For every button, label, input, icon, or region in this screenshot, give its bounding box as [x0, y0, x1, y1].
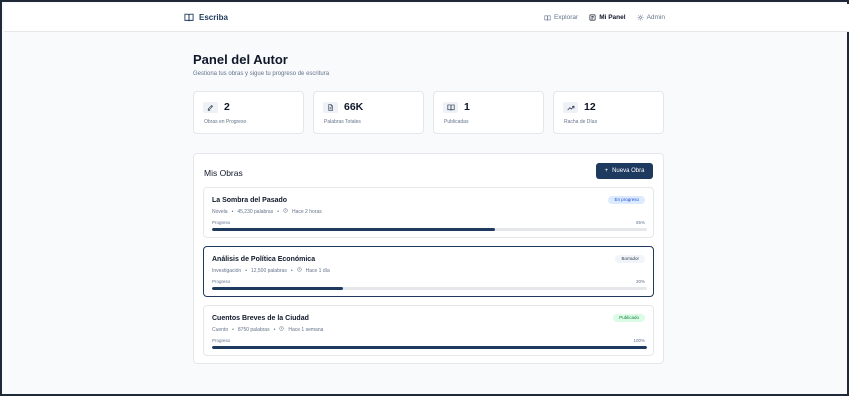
- browser-frame: Escriba Explorar Mi Panel Admin Panel de…: [0, 0, 849, 396]
- meta-separator: •: [273, 326, 276, 333]
- work-title: La Sombra del Pasado: [212, 197, 288, 204]
- dashboard-icon: [589, 14, 596, 21]
- stat-value: 66K: [344, 101, 364, 113]
- work-card[interactable]: La Sombra del Pasado Novela • 45,230 pal…: [203, 187, 654, 238]
- progress-label: Progreso: [212, 279, 231, 284]
- status-badge: Publicado: [613, 314, 645, 322]
- work-meta: Novela • 45,230 palabras • Hace 2 horas: [212, 208, 322, 215]
- work-title: Cuentos Breves de la Ciudad: [212, 315, 309, 322]
- nav-mi-panel-label: Mi Panel: [599, 14, 626, 21]
- clock-icon: [283, 208, 288, 215]
- stat-card-in-progress: 2 Obras en Progreso: [193, 91, 304, 134]
- nav-explorar-label: Explorar: [553, 14, 579, 21]
- nav-explorar[interactable]: Explorar: [544, 14, 578, 21]
- work-words: 45,230 palabras: [237, 208, 274, 215]
- stat-value: 12: [584, 101, 596, 113]
- stat-label: Palabras Totales: [324, 119, 361, 125]
- progress-label: Progreso: [212, 338, 231, 343]
- work-meta: Cuento • 8750 palabras • Hace 1 semana: [212, 326, 323, 333]
- work-genre: Cuento: [212, 326, 229, 333]
- nav-mi-panel[interactable]: Mi Panel: [589, 14, 626, 21]
- meta-separator: •: [290, 267, 293, 274]
- meta-separator: •: [277, 208, 279, 215]
- work-card[interactable]: Cuentos Breves de la Ciudad Cuento • 875…: [203, 305, 654, 356]
- work-title: Análisis de Política Económica: [212, 256, 316, 263]
- top-navbar: Escriba Explorar Mi Panel Admin: [4, 4, 849, 32]
- new-work-button[interactable]: + Nueva Obra: [596, 163, 653, 179]
- work-meta: Investigación • 12,500 palabras • Hace 1…: [212, 267, 330, 274]
- progress-label: Progreso: [212, 220, 231, 225]
- progress-bar: [212, 287, 647, 290]
- brand-logo[interactable]: Escriba: [184, 13, 228, 22]
- progress-fill: [212, 287, 343, 290]
- status-badge: Borrador: [615, 255, 645, 263]
- nav-links: Explorar Mi Panel Admin: [544, 14, 665, 21]
- stat-label: Publicadas: [444, 119, 469, 125]
- work-card[interactable]: Análisis de Política Económica Investiga…: [203, 246, 654, 297]
- progress-bar: [212, 346, 647, 349]
- work-words: 8750 palabras: [237, 326, 270, 333]
- document-icon: [323, 102, 338, 113]
- works-panel: Mis Obras + Nueva Obra La Sombra del Pas…: [193, 153, 664, 364]
- meta-separator: •: [232, 326, 234, 333]
- clock-icon: [296, 267, 302, 274]
- progress-value: 30%: [635, 279, 645, 284]
- work-updated: Hace 1 semana: [288, 326, 324, 333]
- new-work-label: Nueva Obra: [612, 168, 645, 174]
- brand-name: Escriba: [199, 13, 228, 22]
- trending-up-icon: [563, 102, 578, 113]
- stat-label: Obras en Progreso: [204, 119, 247, 125]
- progress-fill: [212, 228, 495, 231]
- stat-value: 2: [224, 101, 230, 113]
- work-genre: Investigación: [212, 267, 242, 274]
- stat-card-streak: 12 Racha de Días: [553, 91, 664, 134]
- work-genre: Novela: [212, 208, 228, 215]
- book-icon: [443, 102, 458, 113]
- stat-value: 1: [464, 101, 470, 113]
- meta-separator: •: [231, 208, 234, 215]
- progress-bar: [212, 228, 647, 231]
- nav-admin-label: Admin: [646, 14, 665, 21]
- works-title: Mis Obras: [204, 168, 243, 178]
- clock-icon: [279, 326, 284, 333]
- page-subtitle: Gestiona tus obras y sigue tu progreso d…: [193, 71, 330, 77]
- gear-icon: [637, 14, 644, 21]
- progress-fill: [212, 346, 647, 349]
- pen-icon: [203, 102, 218, 113]
- status-badge: En progreso: [608, 196, 645, 204]
- plus-icon: +: [604, 168, 609, 174]
- work-words: 12,500 palabras: [250, 267, 287, 274]
- nav-admin[interactable]: Admin: [637, 14, 665, 21]
- meta-separator: •: [245, 267, 247, 274]
- stat-card-published: 1 Publicadas: [433, 91, 544, 134]
- work-updated: Hace 2 horas: [291, 208, 322, 215]
- stat-label: Racha de Días: [564, 119, 598, 125]
- open-book-icon: [184, 13, 194, 22]
- stat-card-total-words: 66K Palabras Totales: [313, 91, 424, 134]
- page-title: Panel del Autor: [193, 52, 288, 67]
- book-icon: [544, 15, 551, 21]
- progress-value: 65%: [635, 220, 645, 225]
- progress-value: 100%: [633, 338, 645, 343]
- work-updated: Hace 1 día: [305, 267, 330, 274]
